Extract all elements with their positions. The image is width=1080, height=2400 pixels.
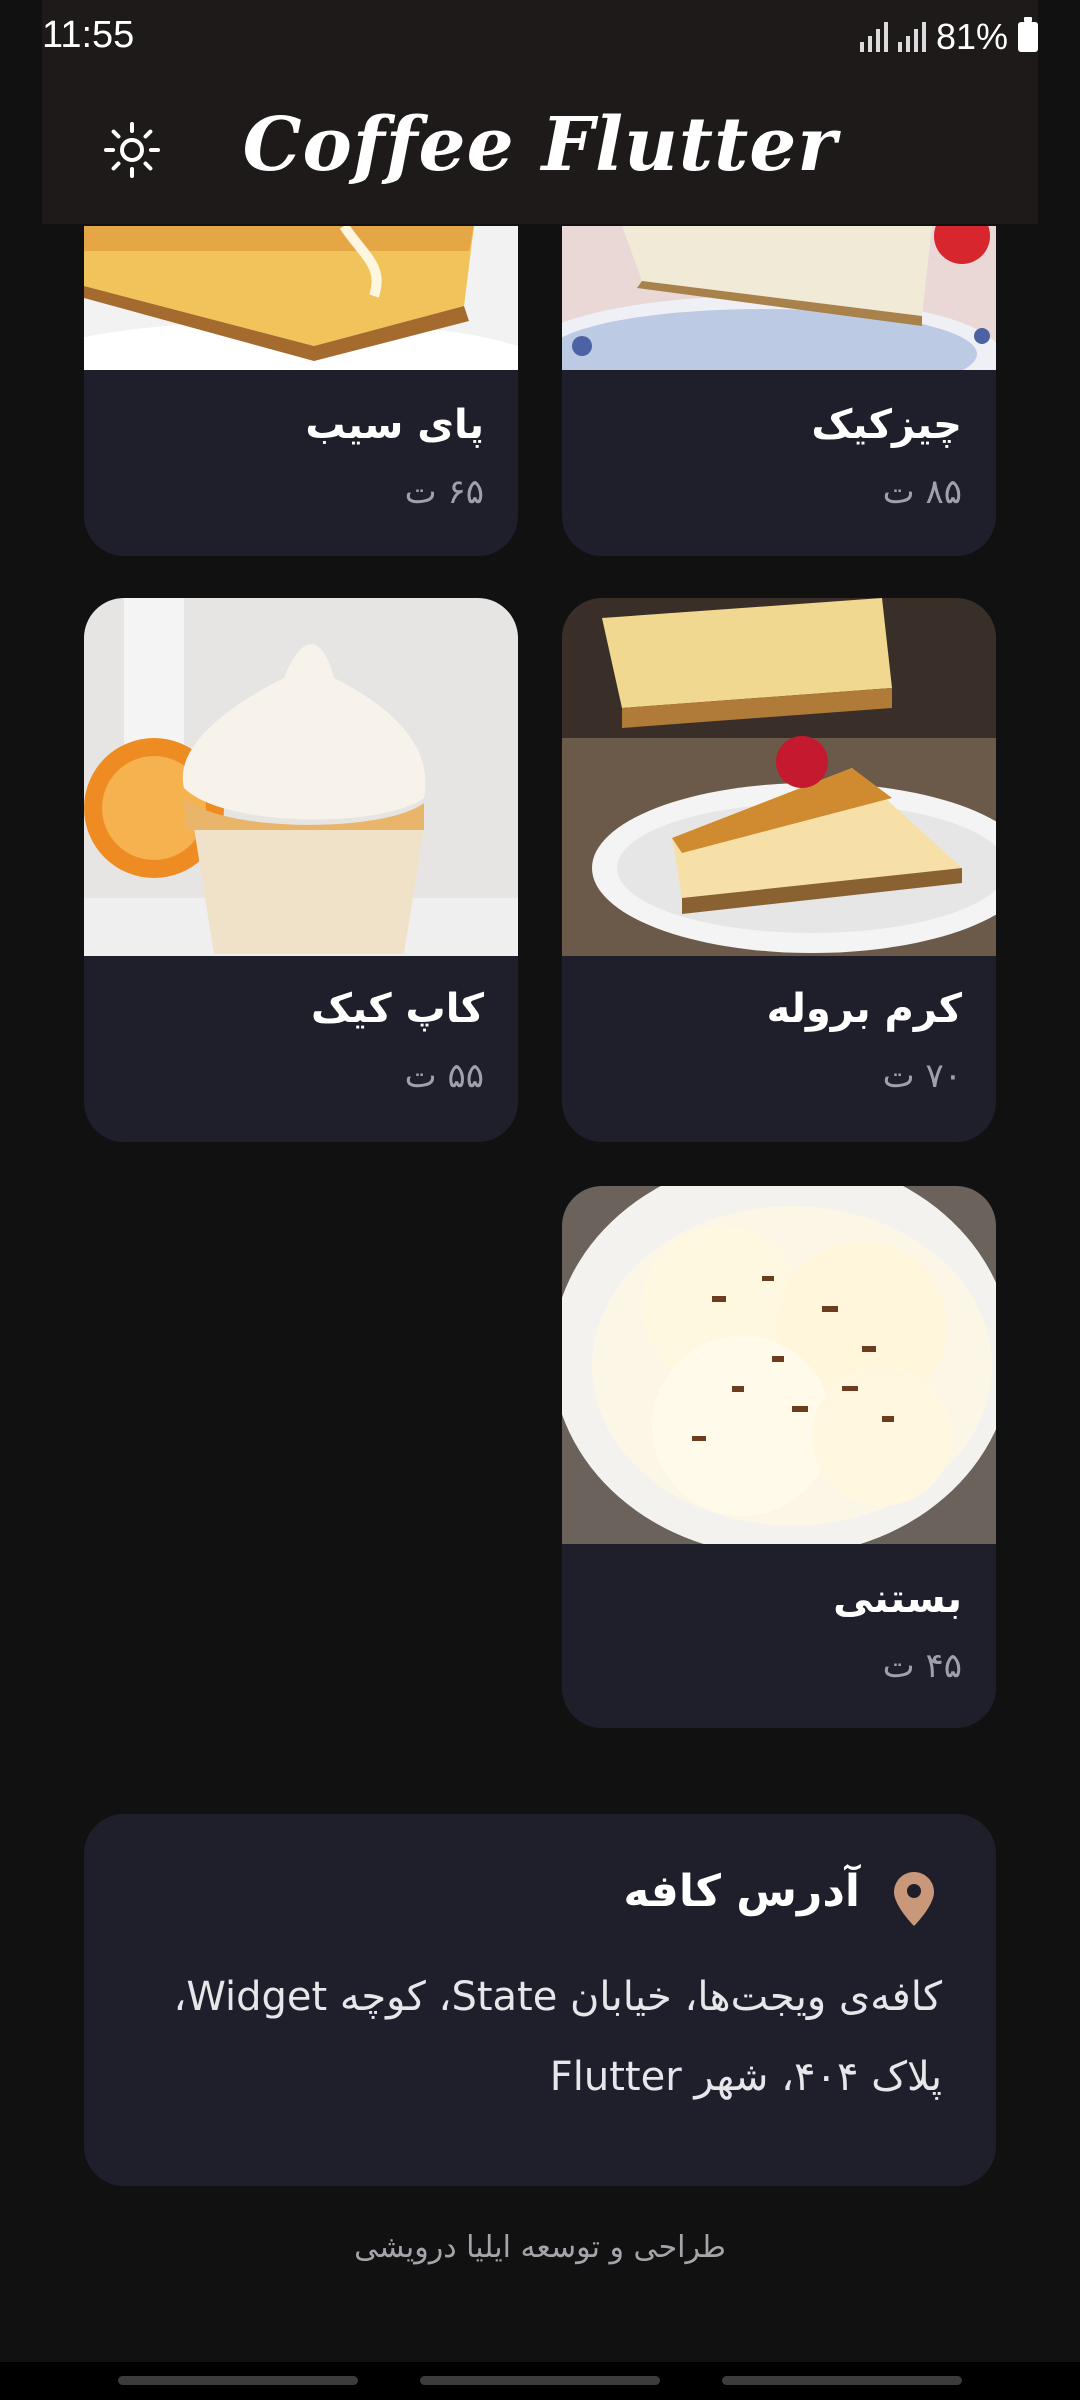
ice-cream-image — [562, 1186, 996, 1544]
menu-card-cupcake[interactable]: کاپ کیک ۵۵ ت — [84, 598, 518, 1142]
creme-brulee-image — [562, 598, 996, 956]
nav-recents[interactable] — [722, 2376, 962, 2385]
nav-home[interactable] — [420, 2376, 660, 2385]
address-line-2: پلاک ۴۰۴، شهر Flutter — [549, 2054, 942, 2100]
signal-icon — [859, 22, 888, 52]
item-price: ۶۵ ت — [404, 472, 484, 512]
developer-credit: طراحی و توسعه ایلیا درویشی — [354, 2230, 726, 2265]
address-card: آدرس کافه کافه‌ی ویجت‌ها، خیابان State، … — [84, 1814, 996, 2186]
app-title: Coffee Flutter — [242, 102, 838, 188]
item-name: کرم بروله — [766, 986, 962, 1032]
menu-card-apple-pie[interactable]: پای سیب ۶۵ ت — [84, 226, 518, 556]
item-name: بستنی — [833, 1576, 962, 1622]
menu-card-ice-cream[interactable]: بستنی ۴۵ ت — [562, 1186, 996, 1728]
item-price: ۵۵ ت — [404, 1056, 484, 1096]
item-price: ۸۵ ت — [882, 472, 962, 512]
nav-back[interactable] — [118, 2376, 358, 2385]
item-price: ۷۰ ت — [882, 1056, 962, 1096]
address-title: آدرس کافه — [623, 1866, 860, 1917]
signal-icon — [897, 22, 926, 52]
item-price: ۴۵ ت — [882, 1646, 962, 1686]
status-time: 11:55 — [42, 14, 135, 56]
cheesecake-image — [562, 226, 996, 370]
system-nav-bar — [0, 2362, 1080, 2400]
battery-percent: 81% — [935, 16, 1008, 57]
cupcake-image — [84, 598, 518, 956]
status-icons: 81% — [859, 16, 1038, 58]
apple-pie-image — [84, 226, 518, 370]
item-name: چیزکیک — [811, 402, 962, 448]
menu-card-cheesecake[interactable]: چیزکیک ۸۵ ت — [562, 226, 996, 556]
app-bar: Coffee Flutter — [42, 76, 1038, 224]
menu-card-creme-brulee[interactable]: کرم بروله ۷۰ ت — [562, 598, 996, 1142]
battery-icon — [1018, 17, 1038, 52]
item-name: پای سیب — [305, 402, 484, 448]
address-line-1: کافه‌ی ویجت‌ها، خیابان State، کوچه Widge… — [173, 1974, 942, 2020]
item-name: کاپ کیک — [311, 986, 484, 1032]
location-pin-icon — [894, 1872, 934, 1926]
